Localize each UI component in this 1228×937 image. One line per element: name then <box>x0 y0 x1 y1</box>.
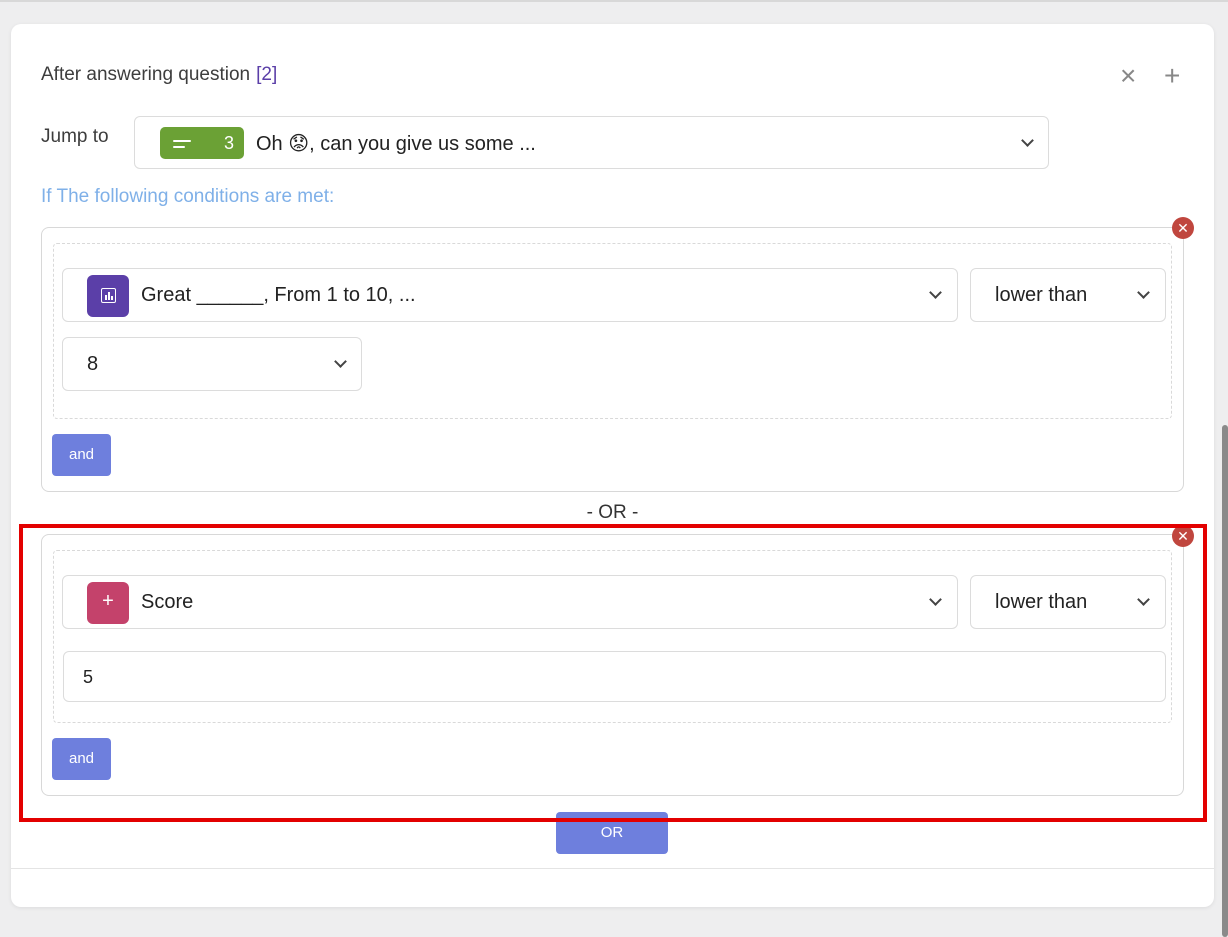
condition-group-1: Great ______, From 1 to 10, ... lower th… <box>41 227 1184 492</box>
rating-icon <box>87 275 129 317</box>
value-text: 8 <box>87 353 99 375</box>
jump-target-select[interactable]: 3 Oh 😟, can you give us some ... <box>134 116 1049 169</box>
jump-target-text: Oh 😟, can you give us some ... <box>256 133 536 155</box>
and-button[interactable]: and <box>52 434 111 476</box>
question-number: 3 <box>223 133 234 153</box>
chevron-down-icon <box>1021 134 1034 147</box>
chevron-down-icon <box>334 355 347 368</box>
operator-select[interactable]: lower than <box>970 268 1166 322</box>
highlight-box <box>19 524 1207 822</box>
remove-group-icon[interactable]: ✕ <box>1172 217 1194 239</box>
operator-text: lower than <box>995 284 1088 306</box>
value-select[interactable]: 8 <box>62 337 362 391</box>
rule-title: After answering question <box>41 64 251 85</box>
footer-divider <box>11 868 1214 869</box>
field-select[interactable]: Great ______, From 1 to 10, ... <box>62 268 958 322</box>
condition-row-container: Great ______, From 1 to 10, ... lower th… <box>53 243 1172 419</box>
conditions-label: If The following conditions are met: <box>41 186 335 207</box>
close-icon[interactable]: × <box>1120 62 1136 90</box>
plus-icon[interactable]: + <box>1164 62 1180 90</box>
scrollbar[interactable] <box>1222 425 1228 937</box>
chevron-down-icon <box>1137 286 1150 299</box>
question-ref[interactable]: [2] <box>256 64 277 85</box>
or-separator: - OR - <box>586 502 639 523</box>
text-lines-icon <box>173 140 191 152</box>
chevron-down-icon <box>929 286 942 299</box>
rule-header: After answering question [2] <box>41 64 277 86</box>
field-text: Great ______, From 1 to 10, ... <box>141 284 416 306</box>
jump-to-label: Jump to <box>41 126 109 147</box>
question-type-badge: 3 <box>160 127 244 159</box>
top-divider <box>0 0 1228 2</box>
